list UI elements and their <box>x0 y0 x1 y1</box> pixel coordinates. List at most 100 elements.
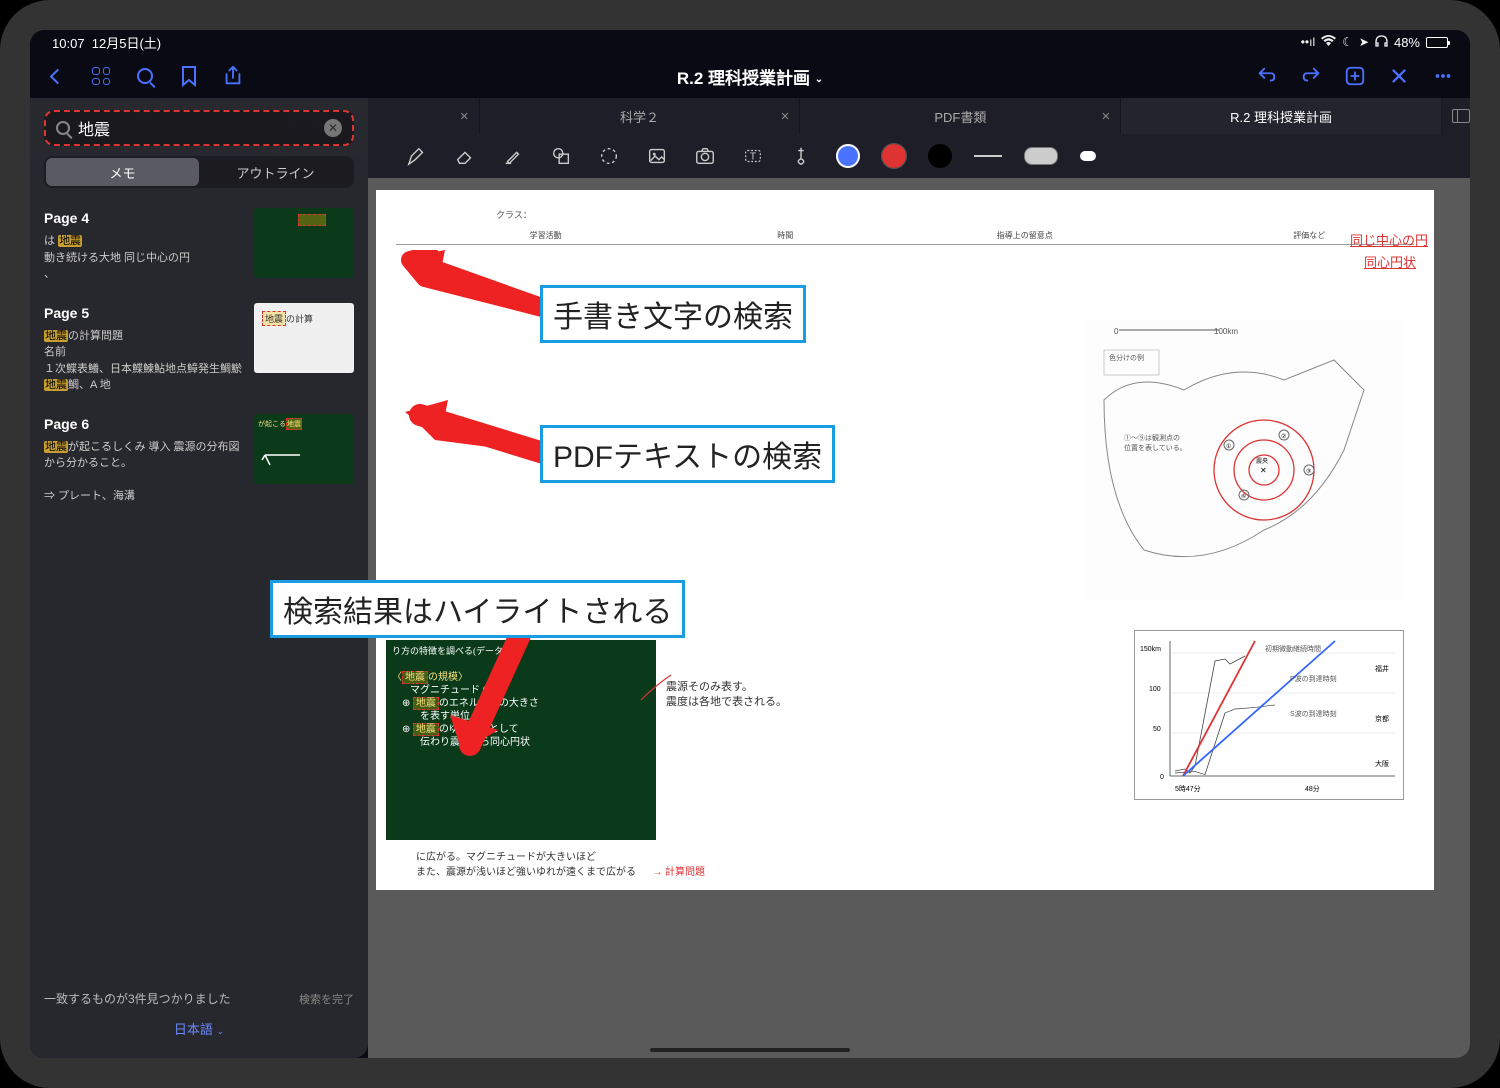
svg-text:100km: 100km <box>1214 327 1238 336</box>
svg-text:③: ③ <box>1306 468 1311 475</box>
result-thumbnail <box>254 208 354 278</box>
eraser-tool[interactable] <box>452 143 478 169</box>
result-thumbnail: 地震の計算 <box>254 303 354 373</box>
signal-icon: ••ıl <box>1301 35 1315 49</box>
ruler-tool[interactable] <box>788 143 814 169</box>
highlight-match: 地震 <box>413 723 439 736</box>
search-panel: ✕ メモ アウトライン Page 4 は 地震 動き続ける大地 同じ中心の円 、 <box>30 98 368 1058</box>
tab-pdf[interactable]: PDF書類 × <box>800 98 1121 134</box>
svg-text:100: 100 <box>1149 686 1161 693</box>
battery-icon <box>1426 37 1448 48</box>
result-thumbnail: が起こる地震 <box>254 414 354 484</box>
doc-col-time: 時間 <box>725 230 845 241</box>
pen-tool[interactable] <box>404 143 430 169</box>
main-toolbar: R.2 理科授業計画 ⌄ <box>30 54 1470 98</box>
split-view-icon[interactable] <box>1452 109 1470 123</box>
seg-memo[interactable]: メモ <box>46 158 199 186</box>
close-icon[interactable]: × <box>460 108 469 125</box>
annotation-pdf-text: PDFテキストの検索 <box>540 425 835 483</box>
redo-button[interactable] <box>1300 65 1322 87</box>
status-date: 12月5日(土) <box>92 36 161 51</box>
svg-text:150km: 150km <box>1140 646 1161 653</box>
doc-col-activity: 学習活動 <box>396 230 695 241</box>
color-blue[interactable] <box>836 144 860 168</box>
svg-text:①: ① <box>1226 443 1231 450</box>
highlight-match: 地震 <box>402 671 428 684</box>
arrow-icon <box>400 400 560 470</box>
handwriting-notes: 震源そのみ表す。 震度は各地で表される。 <box>666 680 787 711</box>
tab-lesson-plan[interactable]: R.2 理科授業計画 <box>1121 98 1442 134</box>
handwriting-circle2: 同心円状 <box>1364 252 1416 271</box>
thumbnails-button[interactable] <box>90 65 112 87</box>
arrow-icon <box>400 250 560 330</box>
home-indicator[interactable] <box>650 1048 850 1052</box>
doc-col-guidance: 指導上の留意点 <box>875 230 1174 241</box>
color-black[interactable] <box>928 144 952 168</box>
close-icon[interactable]: × <box>1101 108 1110 125</box>
add-button[interactable] <box>1344 65 1366 87</box>
color-red[interactable] <box>882 144 906 168</box>
svg-text:①〜⑨は観測点の: ①〜⑨は観測点の <box>1124 433 1180 442</box>
tab-label: R.2 理科授業計画 <box>1230 107 1332 126</box>
battery-percent: 48% <box>1394 35 1420 50</box>
stroke-thick[interactable] <box>1024 147 1058 165</box>
tab-label: 科学２ <box>620 107 659 126</box>
camera-tool[interactable] <box>692 143 718 169</box>
result-page-label: Page 6 <box>44 414 244 435</box>
tab-science2[interactable]: 科学２ × <box>480 98 801 134</box>
svg-text:震央: 震央 <box>1256 457 1268 465</box>
svg-text:S波の到達時刻: S波の到達時刻 <box>1290 709 1337 718</box>
svg-text:T: T <box>750 152 756 163</box>
map-diagram: 0 100km 色分けの例 ✕ 震央 ① ② ③ ⑥ <box>1084 320 1404 600</box>
highlight-match: 地震 <box>413 697 439 710</box>
search-input-container: ✕ <box>44 110 354 146</box>
search-segmented-control: メモ アウトライン <box>44 156 354 188</box>
status-bar: 10:07 12月5日(土) ••ıl ☾ ➤ 48% <box>30 30 1470 54</box>
svg-text:位置を表している。: 位置を表している。 <box>1124 443 1187 452</box>
svg-text:⑥: ⑥ <box>1241 493 1246 500</box>
search-button[interactable] <box>134 65 156 87</box>
search-result-1[interactable]: Page 4 は 地震 動き続ける大地 同じ中心の円 、 <box>44 198 354 293</box>
headphones-icon <box>1375 35 1388 50</box>
back-button[interactable] <box>46 65 68 87</box>
svg-text:初期微動継続時間: 初期微動継続時間 <box>1265 644 1321 653</box>
search-language-select[interactable]: 日本語 ⌄ <box>44 1011 354 1046</box>
undo-button[interactable] <box>1256 65 1278 87</box>
svg-text:48分: 48分 <box>1305 784 1320 793</box>
search-result-3[interactable]: Page 6 地震が起こるしくみ 導入 震源の分布図から分かること。 ⇒ プレー… <box>44 404 354 515</box>
handwriting-bottom: に広がる。マグニチュードが大きいほど また、震源が浅いほど強いゆれが遠くまで広が… <box>416 848 705 878</box>
document-title[interactable]: R.2 理科授業計画 <box>677 69 810 88</box>
close-icon[interactable]: × <box>781 108 790 125</box>
svg-text:0: 0 <box>1114 327 1119 336</box>
result-count: 一致するものが3件見つかりました <box>44 990 231 1007</box>
highlighter-tool[interactable] <box>500 143 526 169</box>
stroke-thin[interactable] <box>974 155 1002 157</box>
search-footer: 一致するものが3件見つかりました 検索を完了 <box>44 980 354 1011</box>
lasso-tool[interactable] <box>596 143 622 169</box>
seg-outline[interactable]: アウトライン <box>199 158 352 186</box>
annotation-highlight: 検索結果はハイライトされる <box>270 580 685 638</box>
moon-icon: ☾ <box>1342 35 1353 49</box>
search-icon <box>56 121 70 135</box>
eraser-size[interactable] <box>1080 151 1096 161</box>
svg-text:京都: 京都 <box>1375 714 1389 723</box>
search-complete-button[interactable]: 検索を完了 <box>299 991 354 1007</box>
bookmark-button[interactable] <box>178 65 200 87</box>
more-button[interactable] <box>1432 65 1454 87</box>
svg-text:大阪: 大阪 <box>1375 759 1389 768</box>
location-icon: ➤ <box>1359 35 1369 49</box>
svg-text:P波の到達時刻: P波の到達時刻 <box>1290 674 1337 683</box>
shape-tool[interactable] <box>548 143 574 169</box>
share-button[interactable] <box>222 65 244 87</box>
wifi-icon <box>1321 35 1336 49</box>
search-result-2[interactable]: Page 5 地震の計算問題 名前 １次鰈表鱶、日本鰈鰊鮎地点鱆発生鯛鯲地震鯛、… <box>44 293 354 404</box>
svg-text:福井: 福井 <box>1375 664 1389 673</box>
clear-search-button[interactable]: ✕ <box>324 119 342 137</box>
search-input[interactable] <box>78 119 316 137</box>
svg-text:②: ② <box>1281 433 1286 440</box>
tab-label: PDF書類 <box>934 107 986 126</box>
annotation-handwriting: 手書き文字の検索 <box>540 285 806 343</box>
text-tool[interactable]: T <box>740 143 766 169</box>
image-tool[interactable] <box>644 143 670 169</box>
close-button[interactable] <box>1388 65 1410 87</box>
